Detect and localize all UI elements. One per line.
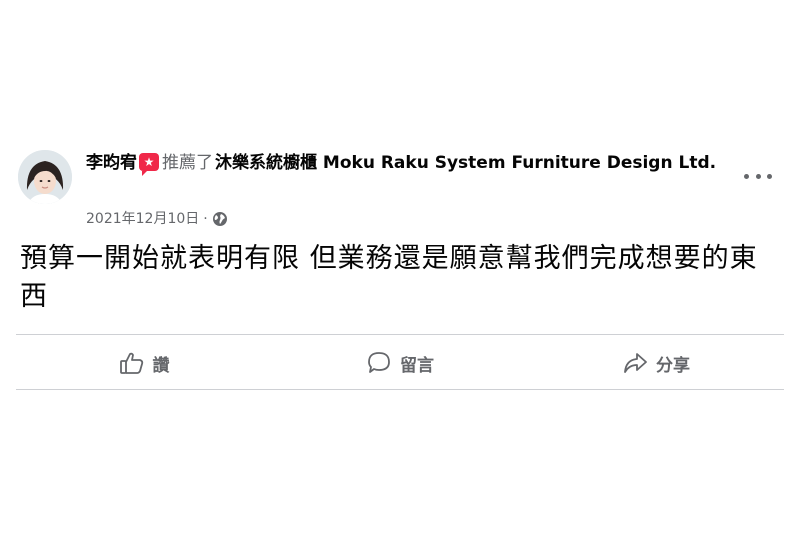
more-dot-icon — [767, 173, 772, 179]
more-options-button[interactable] — [744, 164, 772, 188]
globe-icon — [212, 211, 228, 227]
meta-separator: · — [203, 211, 208, 227]
comment-label: 留言 — [400, 355, 434, 376]
post-text: 預算一開始就表明有限 但業務還是願意幫我們完成想要的東西 — [20, 243, 758, 312]
author-name[interactable]: 李昀宥 — [86, 153, 137, 173]
divider-bottom — [16, 389, 784, 390]
comment-button[interactable]: 留言 — [272, 341, 528, 385]
share-button[interactable]: 分享 — [528, 341, 784, 385]
recommend-verb: 推薦了 — [162, 153, 213, 173]
more-dot-icon — [755, 173, 761, 179]
post-meta: 2021年12月10日 · — [86, 208, 228, 230]
share-label: 分享 — [656, 355, 690, 376]
thumbs-up-icon — [119, 352, 143, 374]
action-bar: 讚 留言 分享 — [16, 338, 784, 388]
divider-top — [16, 334, 784, 335]
recommend-badge-icon: ★ — [139, 153, 159, 176]
more-dot-icon — [744, 173, 749, 179]
share-arrow-icon — [624, 353, 647, 373]
page-name-link[interactable]: 沐樂系統櫥櫃 Moku Raku System Furniture Design… — [215, 153, 716, 173]
post-header: 李昀宥 ★ 推薦了 沐樂系統櫥櫃 Moku Raku System Furniture… — [86, 150, 726, 177]
comment-bubble-icon — [368, 352, 390, 373]
recommendation-post: 李昀宥 ★ 推薦了 沐樂系統櫥櫃 Moku Raku System Furniture… — [0, 0, 800, 534]
like-button[interactable]: 讚 — [16, 341, 272, 385]
badge-star: ★ — [143, 155, 155, 169]
author-avatar[interactable] — [18, 150, 72, 204]
post-date[interactable]: 2021年12月10日 — [86, 208, 199, 230]
like-label: 讚 — [152, 355, 170, 376]
avatar-image — [18, 150, 72, 204]
